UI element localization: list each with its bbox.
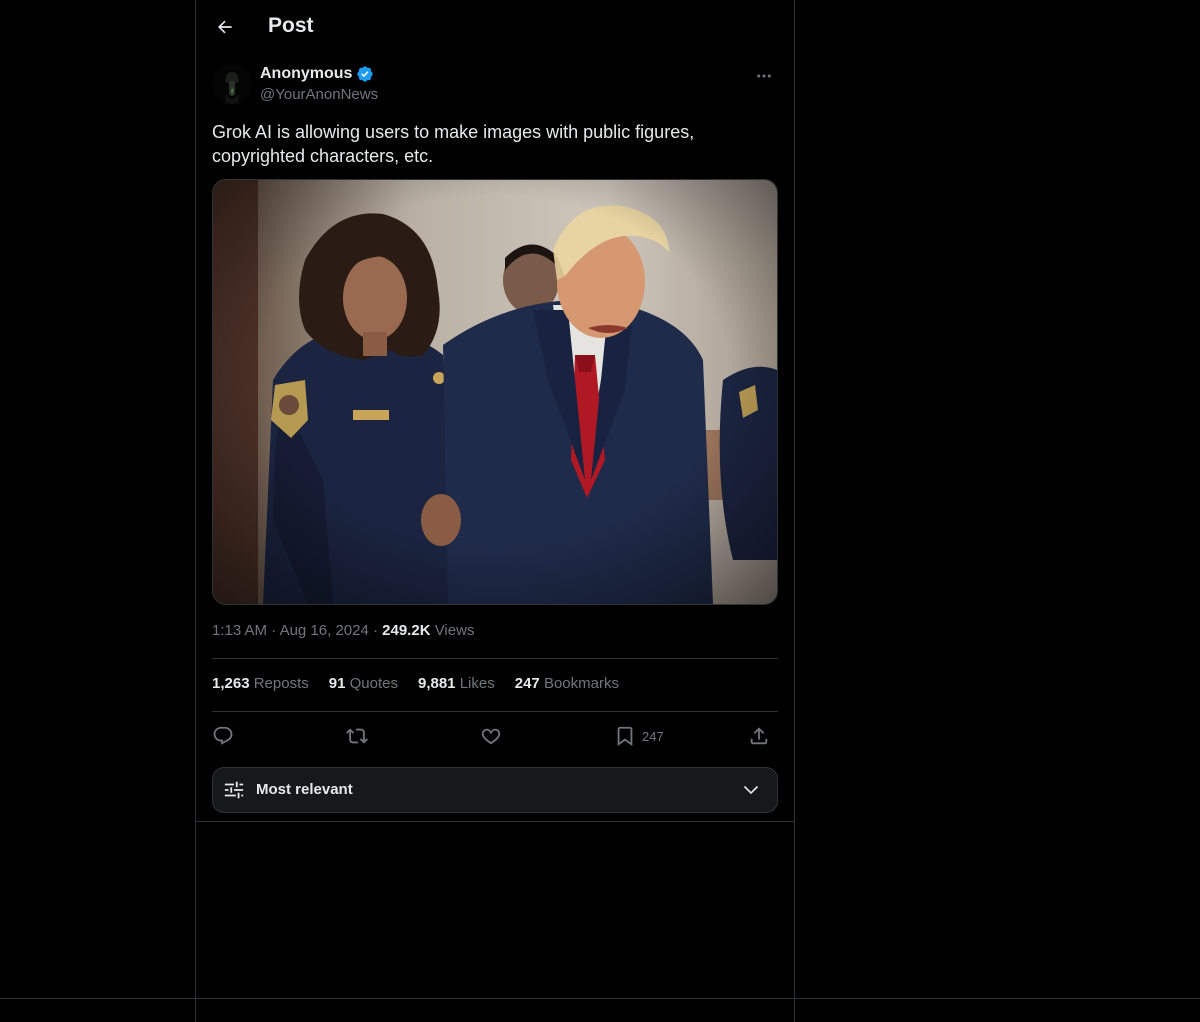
bookmark-button[interactable]: 247	[614, 722, 664, 750]
avatar[interactable]	[212, 64, 252, 104]
bookmark-count: 247	[642, 728, 664, 744]
post-author: Anonymous @YourAnonNews	[212, 62, 778, 106]
back-button[interactable]	[208, 10, 242, 44]
repost-icon	[346, 728, 368, 744]
post-header: Post	[196, 0, 794, 54]
chevron-down-icon	[743, 785, 759, 795]
bookmarks-stat[interactable]: 247 Bookmarks	[515, 675, 619, 692]
share-button[interactable]	[748, 722, 770, 750]
page: Post Anonymous @YourAnonNews Grok AI is …	[0, 0, 1200, 1022]
likes-stat[interactable]: 9,881 Likes	[418, 675, 495, 692]
author-name: Anonymous	[260, 65, 353, 82]
post-time[interactable]: 1:13 AM	[212, 622, 267, 639]
sliders-icon	[224, 781, 244, 799]
author-handle[interactable]: @YourAnonNews	[260, 86, 378, 103]
main-column: Post Anonymous @YourAnonNews Grok AI is …	[195, 0, 795, 1022]
heart-icon	[481, 728, 501, 745]
divider	[212, 658, 778, 659]
bottom-divider	[0, 998, 1200, 999]
post-actions: 247	[212, 722, 778, 750]
views-label: Views	[434, 622, 475, 639]
views-count: 249.2K	[382, 622, 431, 639]
section-divider	[196, 821, 794, 822]
author-name-link[interactable]: Anonymous	[260, 65, 374, 83]
more-dots-icon	[757, 74, 771, 78]
share-icon	[750, 727, 768, 745]
reply-button[interactable]	[212, 722, 234, 750]
divider	[212, 711, 778, 712]
quotes-stat[interactable]: 91 Quotes	[329, 675, 398, 692]
post-text: Grok AI is allowing users to make images…	[212, 122, 695, 166]
post-date[interactable]: Aug 16, 2024	[280, 622, 369, 639]
post-stats: 1,263 Reposts 91 Quotes 9,881 Likes 247 …	[212, 675, 619, 692]
more-options-button[interactable]	[750, 64, 778, 88]
page-title: Post	[268, 14, 314, 37]
meta-separator: ·	[372, 622, 383, 639]
post-meta: 1:13 AM · Aug 16, 2024 · 249.2K Views	[212, 622, 474, 639]
bookmark-icon	[617, 726, 633, 747]
like-button[interactable]	[480, 722, 502, 750]
reposts-stat[interactable]: 1,263 Reposts	[212, 675, 309, 692]
repost-button[interactable]	[346, 722, 368, 750]
sort-label: Most relevant	[256, 781, 353, 798]
meta-separator: ·	[271, 622, 280, 639]
arrow-left-icon	[218, 20, 232, 34]
verified-badge-icon	[357, 66, 374, 82]
reply-sort-dropdown[interactable]: Most relevant	[212, 767, 778, 813]
reply-icon	[213, 726, 233, 745]
post-image[interactable]	[212, 179, 778, 605]
